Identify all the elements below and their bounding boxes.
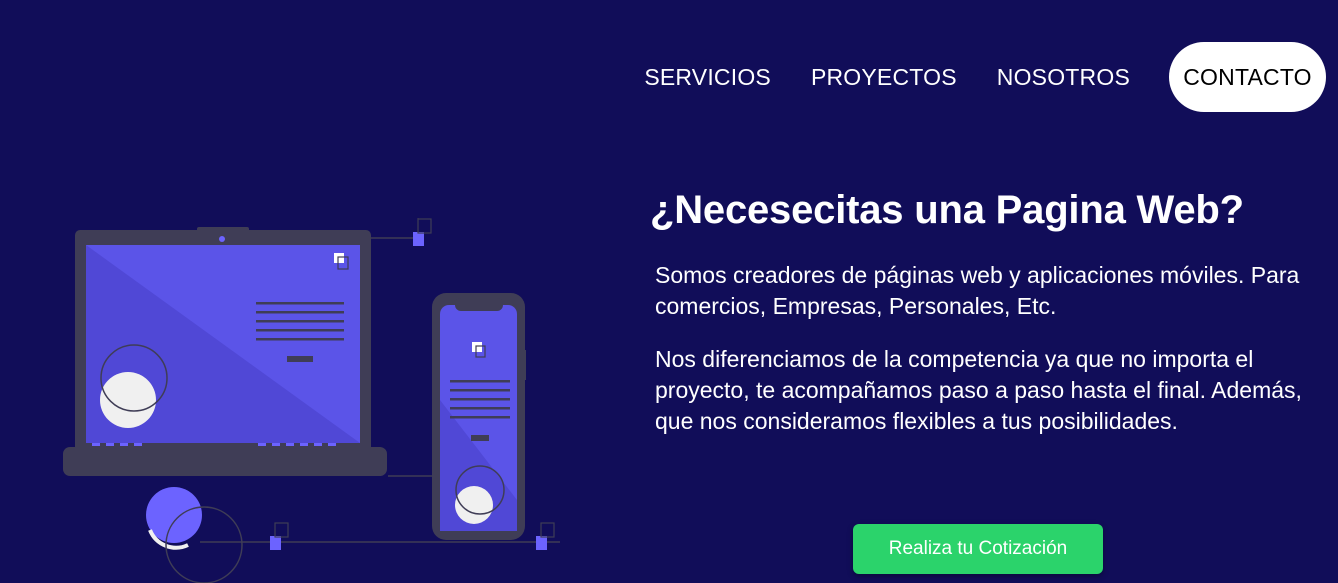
hero-paragraph-1: Somos creadores de páginas web y aplicac… xyxy=(655,262,1300,319)
laptop-and-phone-illustration xyxy=(63,218,560,583)
nav-contacto-button[interactable]: CONTACTO xyxy=(1169,42,1326,112)
hero-paragraph-2: Nos diferenciamos de la competencia ya q… xyxy=(655,346,1302,434)
hero-title: ¿Necesecitas una Pagina Web? xyxy=(650,188,1244,232)
phone-icon xyxy=(432,293,526,540)
nav-proyectos[interactable]: PROYECTOS xyxy=(811,64,957,91)
nav-servicios[interactable]: SERVICIOS xyxy=(644,64,771,91)
main-nav: SERVICIOS PROYECTOS NOSOTROS CONTACTO xyxy=(604,42,1326,112)
nav-nosotros[interactable]: NOSOTROS xyxy=(997,64,1130,91)
laptop-icon xyxy=(63,227,387,476)
quote-button[interactable]: Realiza tu Cotización xyxy=(853,524,1103,574)
